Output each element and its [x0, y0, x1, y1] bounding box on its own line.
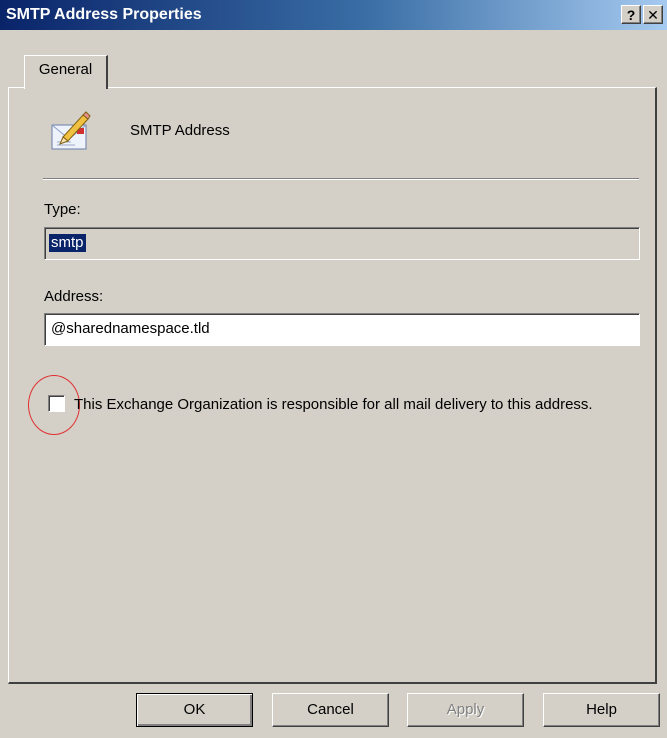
ok-button[interactable]: OK	[136, 693, 253, 727]
responsible-checkbox-label[interactable]: This Exchange Organization is responsibl…	[74, 394, 634, 415]
type-field[interactable]: smtp	[44, 227, 640, 260]
header-label: SMTP Address	[130, 122, 230, 139]
type-label: Type:	[44, 201, 81, 218]
tab-panel	[8, 87, 657, 684]
address-value: @sharednamespace.tld	[51, 320, 210, 337]
cancel-button[interactable]: Cancel	[272, 693, 389, 727]
title-bar: SMTP Address Properties ? ✕	[0, 0, 667, 30]
help-button[interactable]: Help	[543, 693, 660, 727]
type-value: smtp	[49, 234, 86, 252]
tab-general[interactable]: General	[24, 55, 108, 89]
envelope-pencil-icon	[51, 111, 91, 150]
address-field[interactable]: @sharednamespace.tld	[44, 313, 640, 346]
divider	[43, 178, 639, 180]
address-label: Address:	[44, 288, 104, 305]
apply-button[interactable]: Apply	[407, 693, 524, 727]
close-button[interactable]: ✕	[643, 5, 663, 24]
window-title: SMTP Address Properties	[6, 6, 202, 23]
responsible-checkbox[interactable]	[48, 395, 65, 412]
help-title-button[interactable]: ?	[621, 5, 641, 24]
